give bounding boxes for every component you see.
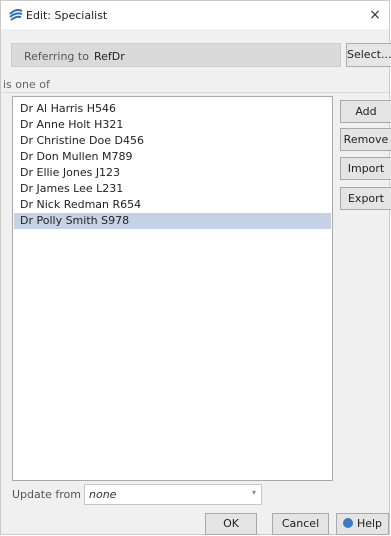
referring-field: Referring to RefDr: [11, 43, 341, 67]
list-item[interactable]: Dr Anne Holt H321: [14, 117, 331, 133]
update-from-select[interactable]: none ▾: [84, 484, 262, 505]
update-from-value: none: [89, 488, 117, 501]
is-one-of-label: is one of: [3, 78, 50, 91]
specialist-list[interactable]: Dr Al Harris H546 Dr Anne Holt H321 Dr C…: [12, 96, 333, 481]
referring-label: Referring to: [24, 50, 89, 63]
add-button[interactable]: Add: [340, 100, 391, 123]
referring-row: Referring to RefDr Select...: [7, 39, 391, 69]
ok-button[interactable]: OK: [205, 513, 257, 535]
referring-value: RefDr: [94, 50, 125, 63]
list-item[interactable]: Dr Ellie Jones J123: [14, 165, 331, 181]
window-title: Edit: Specialist: [26, 9, 108, 22]
list-item-selected[interactable]: Dr Polly Smith S978: [14, 213, 331, 229]
list-item[interactable]: Dr James Lee L231: [14, 181, 331, 197]
list-item[interactable]: Dr Don Mullen M789: [14, 149, 331, 165]
list-item[interactable]: Dr Christine Doe D456: [14, 133, 331, 149]
list-item[interactable]: Dr Al Harris H546: [14, 101, 331, 117]
select-button-label: Select...: [347, 48, 391, 61]
help-button-label: Help: [356, 517, 383, 530]
export-button[interactable]: Export: [340, 187, 391, 210]
cancel-button[interactable]: Cancel: [272, 513, 329, 535]
section-divider: [3, 92, 389, 93]
edit-specialist-dialog: Edit: Specialist × Referring to RefDr Se…: [0, 0, 391, 535]
title-bar: Edit: Specialist ×: [1, 1, 389, 29]
app-logo-icon: [9, 9, 23, 21]
help-button[interactable]: Help: [336, 513, 389, 535]
close-button[interactable]: ×: [365, 5, 385, 25]
select-button[interactable]: Select...: [346, 43, 391, 67]
update-from-label: Update from: [12, 488, 81, 501]
chevron-down-icon: ▾: [251, 488, 256, 497]
remove-button[interactable]: Remove: [340, 128, 391, 151]
import-button[interactable]: Import: [340, 157, 391, 180]
help-icon: [342, 518, 353, 528]
list-item[interactable]: Dr Nick Redman R654: [14, 197, 331, 213]
